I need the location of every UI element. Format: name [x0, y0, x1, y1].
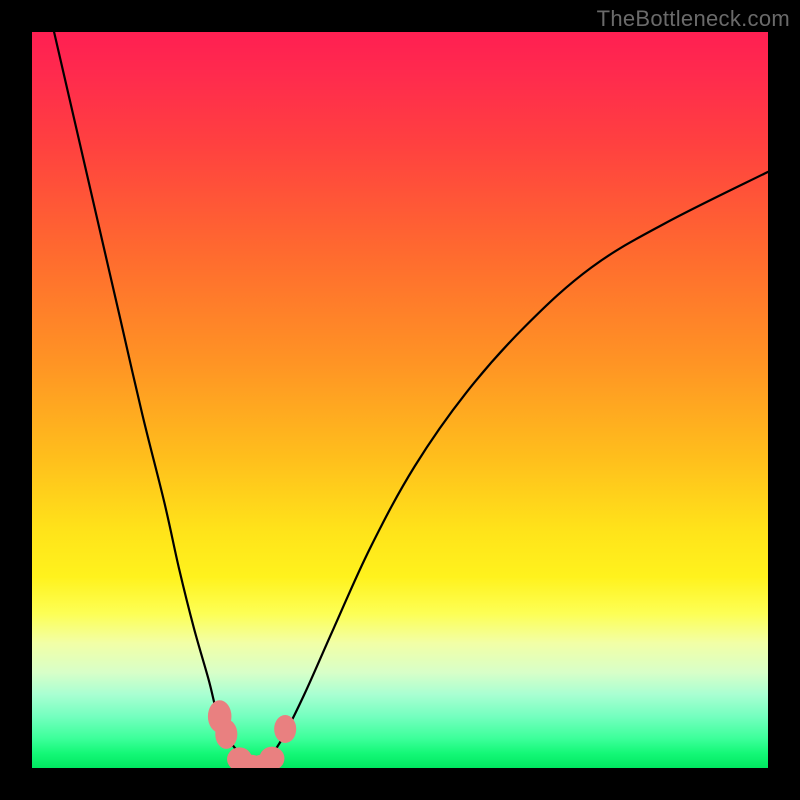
- plot-area: [32, 32, 768, 768]
- marker-point-1: [215, 719, 237, 748]
- curve-left-branch: [54, 32, 253, 765]
- marker-point-6: [274, 715, 296, 743]
- curve-right-branch: [268, 172, 768, 761]
- outer-frame: TheBottleneck.com: [0, 0, 800, 800]
- watermark-text: TheBottleneck.com: [597, 6, 790, 32]
- chart-svg: [32, 32, 768, 768]
- marker-point-5: [259, 747, 284, 768]
